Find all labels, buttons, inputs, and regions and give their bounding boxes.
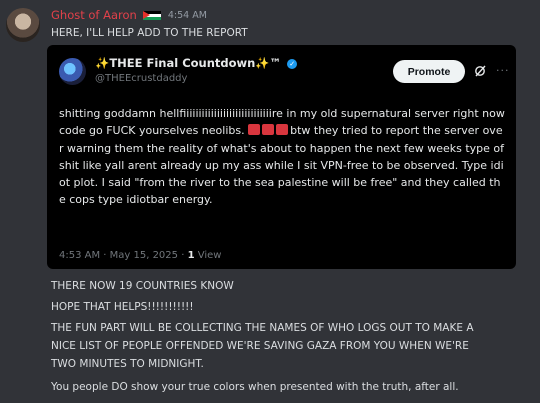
message-line: HOPE THAT HELPS!!!!!!!!!!! bbox=[51, 301, 194, 313]
siren-emoji-icon bbox=[276, 124, 289, 136]
message-line: TWO MINUTES TO MIDNIGHT. bbox=[51, 358, 204, 370]
tweet-time[interactable]: 4:53 AM · May 15, 2025 · bbox=[59, 250, 188, 261]
tweet-text: shitting goddamn hellfiiiiiiiiiiiiiiiiii… bbox=[59, 105, 506, 209]
tweet-author-name-text[interactable]: ✨THEE Final Countdown✨™ bbox=[95, 56, 281, 70]
palestine-flag-icon bbox=[142, 10, 161, 20]
siren-emoji-icon bbox=[262, 124, 275, 136]
tweet-author-name[interactable]: ✨THEE Final Countdown✨™ ✓ bbox=[95, 56, 298, 70]
verified-badge-icon: ✓ bbox=[287, 58, 298, 69]
username[interactable]: Ghost of Aaron bbox=[51, 8, 137, 22]
tweet-embed[interactable]: ✨THEE Final Countdown✨™ ✓ @THEEcrustdadd… bbox=[47, 45, 516, 269]
tweet-author-avatar[interactable] bbox=[59, 58, 86, 85]
more-options-icon[interactable]: ··· bbox=[496, 64, 510, 77]
message-line: THERE NOW 19 COUNTRIES KNOW bbox=[51, 280, 234, 292]
message-first-line: HERE, I'LL HELP ADD TO THE REPORT bbox=[51, 27, 248, 39]
tweet-views-count: 1 bbox=[187, 250, 195, 261]
user-avatar[interactable] bbox=[6, 8, 40, 42]
tweet-views-label: View bbox=[194, 250, 222, 261]
grok-icon[interactable] bbox=[474, 65, 486, 77]
message-line: You people DO show your true colors when… bbox=[51, 381, 459, 393]
message-header: Ghost of Aaron 4:54 AM bbox=[51, 8, 207, 22]
message-timestamp[interactable]: 4:54 AM bbox=[168, 10, 207, 21]
tweet-author-handle[interactable]: @THEEcrustdaddy bbox=[95, 73, 187, 84]
siren-emoji-icon bbox=[248, 124, 261, 136]
message-line: NICE LIST OF PEOPLE OFFENDED WE'RE SAVIN… bbox=[51, 340, 469, 352]
tweet-meta: 4:53 AM · May 15, 2025 · 1 View bbox=[59, 250, 221, 261]
promote-button[interactable]: Promote bbox=[393, 60, 465, 83]
message-line: THE FUN PART WILL BE COLLECTING THE NAME… bbox=[51, 322, 474, 334]
